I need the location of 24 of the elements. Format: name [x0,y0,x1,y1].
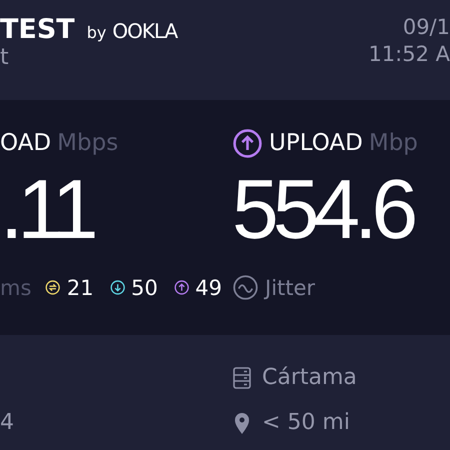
result-label: OAD [0,130,52,156]
info-value: 4 [0,410,15,435]
logo-text: TEST [0,14,75,45]
unit-text: ms [0,276,32,300]
wave-icon [232,274,259,301]
upload-icon [232,128,263,158]
time-text: 11:52 A [368,41,450,68]
ping-value: 49 [195,276,222,300]
logo-text: OOKLA [112,19,178,43]
date-text: 09/1 [402,14,450,41]
logo-text: by [86,23,106,42]
subtitle: t [0,45,10,70]
unit-text: Mbps [57,130,118,156]
jitter-label: Jitter [265,276,316,300]
distance-text: < 50 mi [262,410,350,435]
server-name: Cártama [262,365,357,390]
speed-value: .11 [0,162,94,256]
unit-text: Mbp [368,130,418,156]
ping-value: 50 [131,276,158,300]
location-pin-icon [232,410,252,434]
speed-value: 554.6 [232,162,414,256]
server-icon [232,366,252,390]
ping-value: 21 [66,276,94,300]
result-label: UPLOAD [269,130,363,156]
